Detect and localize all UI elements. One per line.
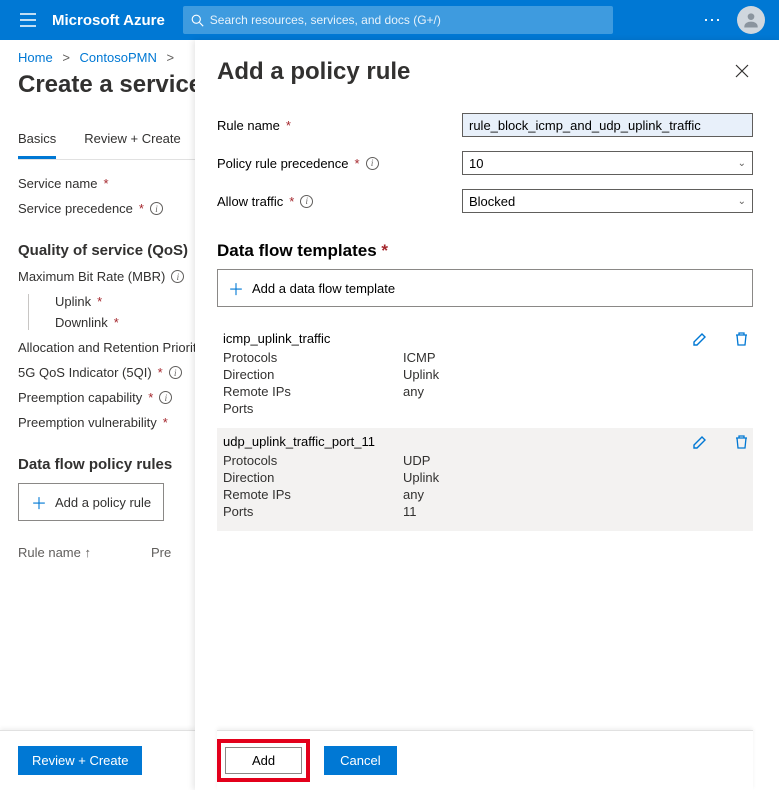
rule-name-input[interactable] xyxy=(462,113,753,137)
v-ports: 11 xyxy=(403,504,417,519)
add-policy-rule-button[interactable]: ＋ Add a policy rule xyxy=(18,483,164,521)
top-bar: Microsoft Azure ⋯ xyxy=(0,0,779,40)
label-service-name: Service name xyxy=(18,176,97,191)
k-direction: Direction xyxy=(223,470,403,485)
chevron-down-icon: ⌄ xyxy=(738,196,746,207)
search-icon xyxy=(191,14,204,27)
label-uplink: Uplink xyxy=(55,294,91,309)
cancel-button[interactable]: Cancel xyxy=(324,746,396,775)
templates-list: icmp_uplink_trafficProtocolsICMPDirectio… xyxy=(217,325,753,531)
data-flow-template-card: icmp_uplink_traffic ProtocolsICMPDirectio… xyxy=(217,325,753,428)
brand-label: Microsoft Azure xyxy=(52,12,165,29)
page-footer: Review + Create xyxy=(0,730,195,790)
edit-icon[interactable] xyxy=(692,331,708,352)
col-pre[interactable]: Pre xyxy=(151,545,171,560)
add-button[interactable]: Add xyxy=(225,747,302,774)
info-icon[interactable]: i xyxy=(169,366,182,379)
info-icon[interactable]: i xyxy=(300,195,313,208)
delete-icon[interactable] xyxy=(734,434,749,455)
precedence-value: 10 xyxy=(469,156,483,171)
templates-heading: Data flow templates * xyxy=(217,241,753,261)
data-flow-template-card: udp_uplink_traffic_port_11 ProtocolsUDPDi… xyxy=(217,428,753,531)
info-icon[interactable]: i xyxy=(159,391,172,404)
search-input[interactable] xyxy=(210,13,605,27)
tab-basics[interactable]: Basics xyxy=(18,125,56,159)
k-direction: Direction xyxy=(223,367,403,382)
v-protocols: ICMP xyxy=(403,350,436,365)
info-icon[interactable]: i xyxy=(366,157,379,170)
label-downlink: Downlink xyxy=(55,315,108,330)
panel-footer: Add Cancel xyxy=(217,730,753,790)
allow-traffic-select[interactable]: Blocked ⌄ xyxy=(462,189,753,213)
delete-icon[interactable] xyxy=(734,331,749,352)
v-remoteips: any xyxy=(403,384,424,399)
add-template-label: Add a data flow template xyxy=(252,281,395,296)
add-policy-rule-label: Add a policy rule xyxy=(55,495,151,510)
label-allow-traffic: Allow traffic xyxy=(217,194,283,209)
label-allocation: Allocation and Retention Priority xyxy=(18,340,203,355)
add-data-flow-template-button[interactable]: ＋ Add a data flow template xyxy=(217,269,753,307)
plus-icon: ＋ xyxy=(31,490,47,514)
breadcrumb-item[interactable]: ContosoPMN xyxy=(80,50,157,65)
panel-title: Add a policy rule xyxy=(217,58,410,86)
label-mbr: Maximum Bit Rate (MBR) xyxy=(18,269,165,284)
label-5gqos: 5G QoS Indicator (5QI) xyxy=(18,365,152,380)
k-remoteips: Remote IPs xyxy=(223,384,403,399)
global-search[interactable] xyxy=(183,6,613,34)
more-icon[interactable]: ⋯ xyxy=(703,10,723,31)
close-icon[interactable] xyxy=(731,58,753,87)
v-remoteips: any xyxy=(403,487,424,502)
label-preempt-vuln: Preemption vulnerability xyxy=(18,415,157,430)
k-protocols: Protocols xyxy=(223,350,403,365)
add-button-highlight: Add xyxy=(217,739,310,782)
breadcrumb-home[interactable]: Home xyxy=(18,50,53,65)
edit-icon[interactable] xyxy=(692,434,708,455)
v-direction: Uplink xyxy=(403,367,439,382)
k-ports: Ports xyxy=(223,401,403,416)
menu-icon[interactable] xyxy=(8,13,48,27)
v-protocols: UDP xyxy=(403,453,430,468)
plus-icon: ＋ xyxy=(228,276,244,300)
label-preempt-cap: Preemption capability xyxy=(18,390,142,405)
label-precedence: Policy rule precedence xyxy=(217,156,349,171)
precedence-select[interactable]: 10 ⌄ xyxy=(462,151,753,175)
avatar[interactable] xyxy=(737,6,765,34)
template-name: udp_uplink_traffic_port_11 xyxy=(223,434,747,449)
k-remoteips: Remote IPs xyxy=(223,487,403,502)
allow-traffic-value: Blocked xyxy=(469,194,515,209)
info-icon[interactable]: i xyxy=(150,202,163,215)
k-protocols: Protocols xyxy=(223,453,403,468)
col-rule-name[interactable]: Rule name ↑ xyxy=(18,545,91,560)
v-direction: Uplink xyxy=(403,470,439,485)
k-ports: Ports xyxy=(223,504,403,519)
tab-review-create[interactable]: Review + Create xyxy=(84,125,180,159)
chevron-down-icon: ⌄ xyxy=(738,158,746,169)
info-icon[interactable]: i xyxy=(171,270,184,283)
label-service-precedence: Service precedence xyxy=(18,201,133,216)
label-rule-name: Rule name xyxy=(217,118,280,133)
add-policy-rule-panel: Add a policy rule Rule name* Policy rule… xyxy=(195,40,779,790)
review-create-button[interactable]: Review + Create xyxy=(18,746,142,775)
template-name: icmp_uplink_traffic xyxy=(223,331,747,346)
